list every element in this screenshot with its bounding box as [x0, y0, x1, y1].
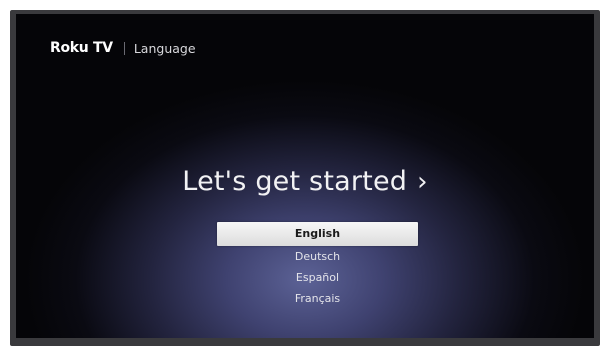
language-option-francais[interactable]: Français — [217, 289, 418, 309]
language-option-english[interactable]: English — [217, 222, 418, 246]
page-title: Language — [133, 40, 196, 56]
chevron-right-icon: › — [417, 167, 428, 197]
language-option-deutsch[interactable]: Deutsch — [217, 247, 418, 267]
header-divider — [123, 41, 125, 55]
top-bar: Roku TV Language — [50, 38, 196, 58]
roku-tv-logo: Roku TV — [50, 40, 113, 56]
language-option-espanol[interactable]: Español — [217, 268, 418, 288]
language-list: English Deutsch Español Français — [217, 222, 418, 310]
tv-screen: Roku TV Language Let's get started › Engl… — [16, 14, 594, 338]
headline: Let's get started › — [16, 166, 594, 197]
headline-text: Let's get started — [182, 166, 408, 197]
